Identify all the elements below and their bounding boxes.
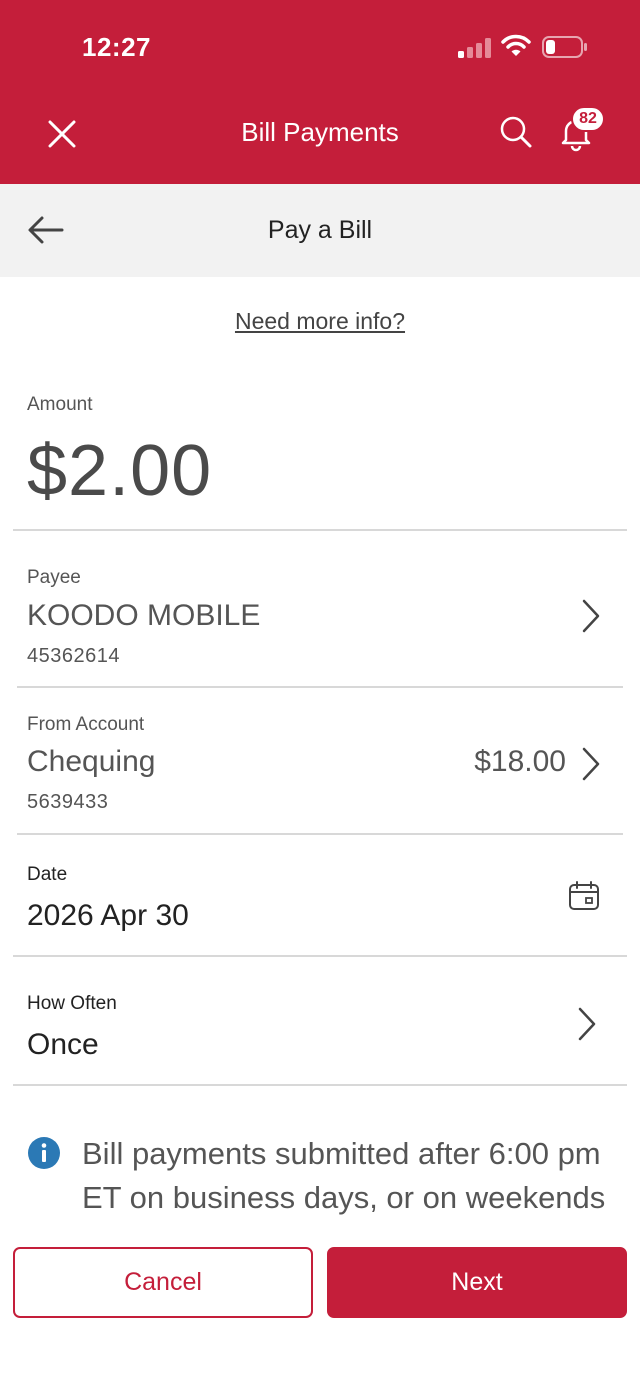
sub-title: Pay a Bill — [267, 216, 373, 244]
divider — [13, 1084, 627, 1086]
chevron-right-icon — [578, 1007, 596, 1041]
divider — [13, 529, 627, 531]
account-balance: $18.00 — [474, 745, 566, 778]
app-header: 12:27 Bill Payments 82 — [0, 0, 640, 184]
wifi-icon — [501, 34, 531, 56]
notification-badge: 82 — [571, 106, 605, 132]
how-often-value: Once — [27, 1028, 99, 1061]
amount-value[interactable]: $2.00 — [27, 430, 212, 512]
account-number: 5639433 — [27, 791, 109, 813]
chevron-right-icon — [582, 747, 600, 781]
payee-number: 45362614 — [27, 645, 120, 667]
amount-label: Amount — [27, 394, 93, 415]
payee-name: KOODO MOBILE — [27, 599, 261, 632]
search-icon[interactable] — [496, 112, 536, 152]
divider — [13, 955, 627, 957]
chevron-right-icon — [582, 599, 600, 633]
date-value: 2026 Apr 30 — [27, 899, 189, 932]
payee-label: Payee — [27, 567, 81, 588]
info-notice: Bill payments submitted after 6:00 pm ET… — [27, 1132, 617, 1230]
account-name: Chequing — [27, 745, 156, 778]
how-often-label: How Often — [27, 993, 117, 1014]
info-icon — [28, 1137, 60, 1169]
need-more-info-link[interactable]: Need more info? — [0, 308, 640, 335]
cellular-signal-icon — [458, 38, 491, 58]
notice-text: Bill payments submitted after 6:00 pm ET… — [82, 1136, 606, 1230]
from-account-label: From Account — [27, 714, 145, 735]
calendar-icon[interactable] — [568, 880, 600, 912]
status-time: 12:27 — [82, 32, 151, 62]
divider — [17, 833, 623, 835]
next-button[interactable]: Next — [327, 1247, 627, 1318]
page-title: Bill Payments — [241, 117, 399, 147]
divider — [17, 686, 623, 688]
battery-icon — [542, 36, 587, 58]
cancel-button[interactable]: Cancel — [13, 1247, 313, 1318]
date-label: Date — [27, 864, 68, 885]
